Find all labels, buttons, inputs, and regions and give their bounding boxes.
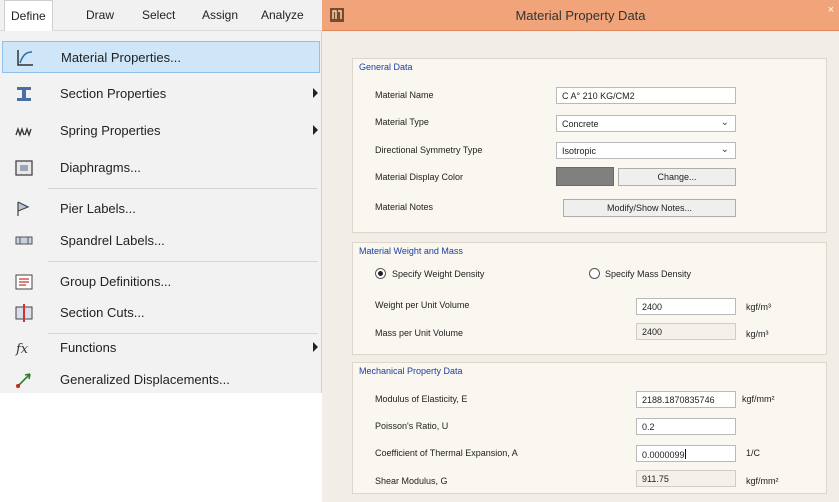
spring-properties-icon <box>14 121 34 141</box>
menu-bar: Define Draw Select Assign Analyze <box>0 0 322 31</box>
pier-labels-icon <box>14 199 34 219</box>
menu-item-spring-properties[interactable]: Spring Properties <box>2 115 320 147</box>
menu-item-label: Section Cuts... <box>60 305 145 320</box>
weight-per-unit-volume-input[interactable]: 2400 <box>636 298 736 315</box>
menu-analyze[interactable]: Analyze <box>261 8 304 22</box>
menu-item-pier-labels[interactable]: Pier Labels... <box>2 193 320 225</box>
mechanical-property-group: Mechanical Property Data Modulus of Elas… <box>352 362 827 494</box>
specify-mass-density-radio[interactable] <box>589 268 600 279</box>
menu-item-functions[interactable]: fx Functions <box>2 332 320 364</box>
menu-draw[interactable]: Draw <box>86 8 114 22</box>
display-color-swatch <box>556 167 614 186</box>
weight-unit: kgf/m³ <box>746 302 772 312</box>
menu-item-label: Pier Labels... <box>60 201 136 216</box>
dialog-title-bar[interactable]: Material Property Data × <box>322 0 839 31</box>
menu-assign[interactable]: Assign <box>202 8 238 22</box>
generalized-displacements-icon <box>14 370 34 390</box>
menu-define[interactable]: Define <box>4 0 53 31</box>
mass-per-unit-volume-label: Mass per Unit Volume <box>375 328 464 338</box>
specify-mass-density-label[interactable]: Specify Mass Density <box>605 269 691 279</box>
group-heading: Mechanical Property Data <box>359 366 463 376</box>
menu-item-label: Group Definitions... <box>60 274 172 289</box>
material-properties-icon <box>15 48 35 68</box>
general-data-group: General Data Material Name C A° 210 KG/C… <box>352 58 827 233</box>
submenu-arrow-icon <box>313 125 318 135</box>
specify-weight-density-label[interactable]: Specify Weight Density <box>392 269 484 279</box>
symmetry-type-label: Directional Symmetry Type <box>375 145 483 155</box>
group-heading: Material Weight and Mass <box>359 246 463 256</box>
shear-unit: kgf/mm² <box>746 476 779 486</box>
menu-select[interactable]: Select <box>142 8 175 22</box>
modulus-elasticity-input[interactable]: 2188.1870835746 <box>636 391 736 408</box>
symmetry-type-value: Isotropic <box>562 146 597 156</box>
chevron-down-icon: ⌄ <box>720 144 729 155</box>
menu-item-diaphragms[interactable]: Diaphragms... <box>2 152 320 184</box>
mass-per-unit-volume-value: 2400 <box>636 323 736 340</box>
spandrel-labels-icon <box>14 231 34 251</box>
material-type-value: Concrete <box>562 119 599 129</box>
material-type-select[interactable]: Concrete ⌄ <box>556 115 736 132</box>
diaphragms-icon <box>14 158 34 178</box>
menu-item-label: Material Properties... <box>61 50 181 65</box>
menu-item-section-properties[interactable]: Section Properties <box>2 78 320 110</box>
submenu-arrow-icon <box>313 88 318 98</box>
text-caret <box>684 449 686 459</box>
material-name-label: Material Name <box>375 90 434 100</box>
dialog-title: Material Property Data <box>515 8 646 23</box>
menu-separator <box>48 188 318 189</box>
group-heading: General Data <box>359 62 413 72</box>
menu-item-label: Functions <box>60 340 117 355</box>
poisson-ratio-label: Poisson's Ratio, U <box>375 421 449 431</box>
close-icon[interactable]: × <box>823 0 839 22</box>
material-notes-label: Material Notes <box>375 202 434 212</box>
menu-item-label: Spring Properties <box>60 123 161 138</box>
thermal-expansion-value: 0.0000099 <box>642 450 685 460</box>
define-dropdown-menu: Material Properties... Section Propertie… <box>0 31 322 393</box>
poisson-ratio-input[interactable]: 0.2 <box>636 418 736 435</box>
modulus-elasticity-label: Modulus of Elasticity, E <box>375 394 468 404</box>
specify-weight-density-radio[interactable] <box>375 268 386 279</box>
shear-modulus-label: Shear Modulus, G <box>375 476 448 486</box>
weight-mass-group: Material Weight and Mass Specify Weight … <box>352 242 827 355</box>
functions-icon: fx <box>14 338 34 358</box>
svg-text:fx: fx <box>15 342 29 357</box>
thermal-expansion-label: Coefficient of Thermal Expansion, A <box>375 448 518 458</box>
weight-per-unit-volume-label: Weight per Unit Volume <box>375 300 470 310</box>
display-color-label: Material Display Color <box>375 172 464 182</box>
menu-item-label: Spandrel Labels... <box>60 233 165 248</box>
mass-unit: kg/m³ <box>746 329 769 339</box>
material-name-input[interactable]: C A° 210 KG/CM2 <box>556 87 736 104</box>
chevron-down-icon: ⌄ <box>720 117 729 128</box>
change-color-button[interactable]: Change... <box>618 168 736 186</box>
submenu-arrow-icon <box>313 342 318 352</box>
thermal-expansion-input[interactable]: 0.0000099 <box>636 445 736 462</box>
symmetry-type-select[interactable]: Isotropic ⌄ <box>556 142 736 159</box>
menu-item-label: Diaphragms... <box>60 160 141 175</box>
menu-item-material-properties[interactable]: Material Properties... <box>2 41 320 73</box>
shear-modulus-value: 911.75 <box>636 470 736 487</box>
modify-show-notes-button[interactable]: Modify/Show Notes... <box>563 199 736 217</box>
modulus-unit: kgf/mm² <box>742 394 775 404</box>
group-definitions-icon <box>14 272 34 292</box>
section-cuts-icon <box>14 303 34 323</box>
thermal-unit: 1/C <box>746 448 761 458</box>
menu-item-generalized-displacements[interactable]: Generalized Displacements... <box>2 364 320 396</box>
menu-item-section-cuts[interactable]: Section Cuts... <box>2 297 320 329</box>
material-property-dialog: Material Property Data × General Data Ma… <box>322 0 839 502</box>
material-type-label: Material Type <box>375 117 429 127</box>
menu-item-label: Section Properties <box>60 86 167 101</box>
menu-item-label: Generalized Displacements... <box>60 372 230 387</box>
menu-separator <box>48 261 318 262</box>
menu-item-spandrel-labels[interactable]: Spandrel Labels... <box>2 225 320 257</box>
menu-item-group-definitions[interactable]: Group Definitions... <box>2 266 320 298</box>
section-properties-icon <box>14 84 34 104</box>
